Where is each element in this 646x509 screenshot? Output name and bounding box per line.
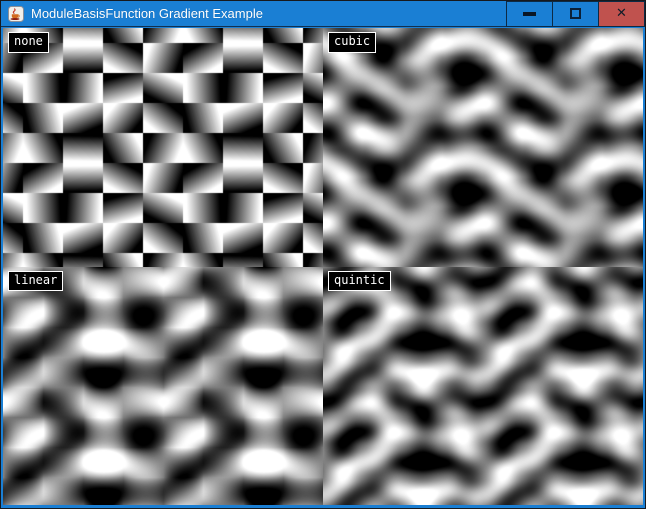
noise-canvas-none [3,28,323,267]
noise-canvas-linear [3,267,323,506]
app-window: ModuleBasisFunction Gradient Example ✕ n… [0,0,646,509]
panel-cubic: cubic [323,28,643,267]
panel-label-quintic: quintic [328,271,391,292]
panel-none: none [3,28,323,267]
panel-label-cubic: cubic [328,32,376,53]
minimize-button[interactable] [506,1,553,27]
minimize-dash-icon [523,12,536,16]
noise-grid: none cubic linear quintic [3,28,643,505]
maximize-square-icon [570,8,581,19]
maximize-button[interactable] [552,1,599,27]
panel-linear: linear [3,267,323,506]
window-controls: ✕ [507,1,645,27]
noise-canvas-quintic [323,267,643,506]
close-x-icon: ✕ [616,7,627,20]
titlebar[interactable]: ModuleBasisFunction Gradient Example ✕ [1,1,645,27]
panel-quintic: quintic [323,267,643,506]
window-title: ModuleBasisFunction Gradient Example [31,6,263,21]
noise-canvas-cubic [323,28,643,267]
panel-label-none: none [8,32,49,53]
panel-label-linear: linear [8,271,63,292]
java-coffee-cup-icon[interactable] [8,6,24,22]
close-button[interactable]: ✕ [598,1,645,27]
